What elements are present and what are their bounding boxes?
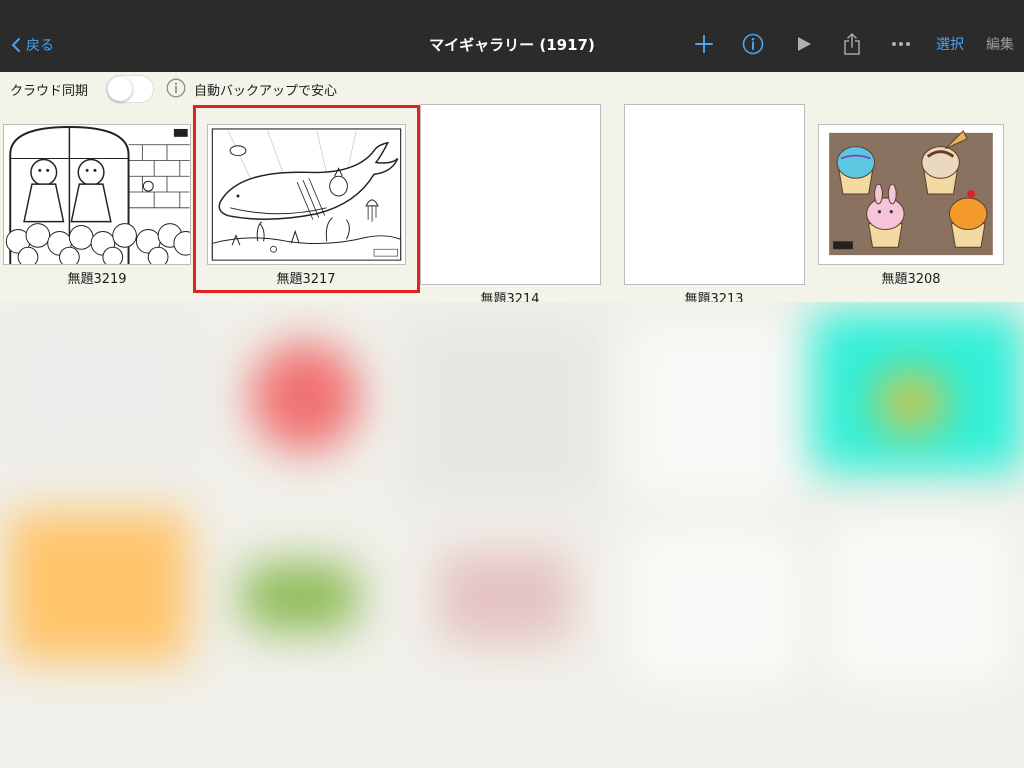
cloud-sync-label: クラウド同期 [10,84,89,99]
gallery-item-thumbnail[interactable] [3,124,191,265]
artwork-image [819,125,1003,264]
artwork-image [4,125,190,264]
blurred-gallery-area [0,302,1024,768]
blurred-thumbnail [440,552,570,642]
info-button[interactable] [740,31,766,57]
blurred-thumbnail [628,322,808,502]
info-icon [742,33,764,55]
blurred-thumbnail [876,372,946,432]
select-button[interactable]: 選択 [934,31,966,57]
back-button[interactable]: 戻る [10,35,54,55]
blurred-thumbnail [630,532,800,682]
share-button[interactable] [840,31,864,57]
backup-info-icon[interactable] [166,78,186,98]
top-navigation-bar: 戻る マイギャラリー (1917) 選択 編集 [0,0,1024,72]
artwork-image [208,125,405,264]
gallery-item-thumbnail[interactable] [207,124,406,265]
share-icon [844,33,860,55]
back-button-label: 戻る [26,38,54,54]
blurred-thumbnail [240,562,360,632]
edit-button[interactable]: 編集 [984,31,1016,57]
blurred-thumbnail [8,512,188,662]
blurred-thumbnail [250,342,360,452]
blurred-thumbnail [408,322,598,502]
plus-icon [695,35,713,53]
blank-canvas-image [421,105,600,284]
play-icon [798,37,811,51]
chevron-left-icon [12,38,20,52]
page-title: マイギャラリー (1917) [429,36,595,54]
sync-row: クラウド同期 自動バックアップで安心 [0,72,1024,104]
auto-backup-label: 自動バックアップで安心 [194,84,338,99]
play-button[interactable] [792,31,816,57]
blurred-thumbnail [0,312,200,462]
gallery-item-thumbnail[interactable] [624,104,805,285]
add-button[interactable] [692,31,716,57]
blurred-thumbnail [830,522,1010,682]
more-icon [892,42,910,46]
gallery-item-thumbnail[interactable] [818,124,1004,265]
blank-canvas-image [625,105,804,284]
gallery-item-thumbnail[interactable] [420,104,601,285]
toggle-knob [108,77,132,101]
more-button[interactable] [888,31,914,57]
cloud-sync-toggle[interactable] [106,75,154,103]
